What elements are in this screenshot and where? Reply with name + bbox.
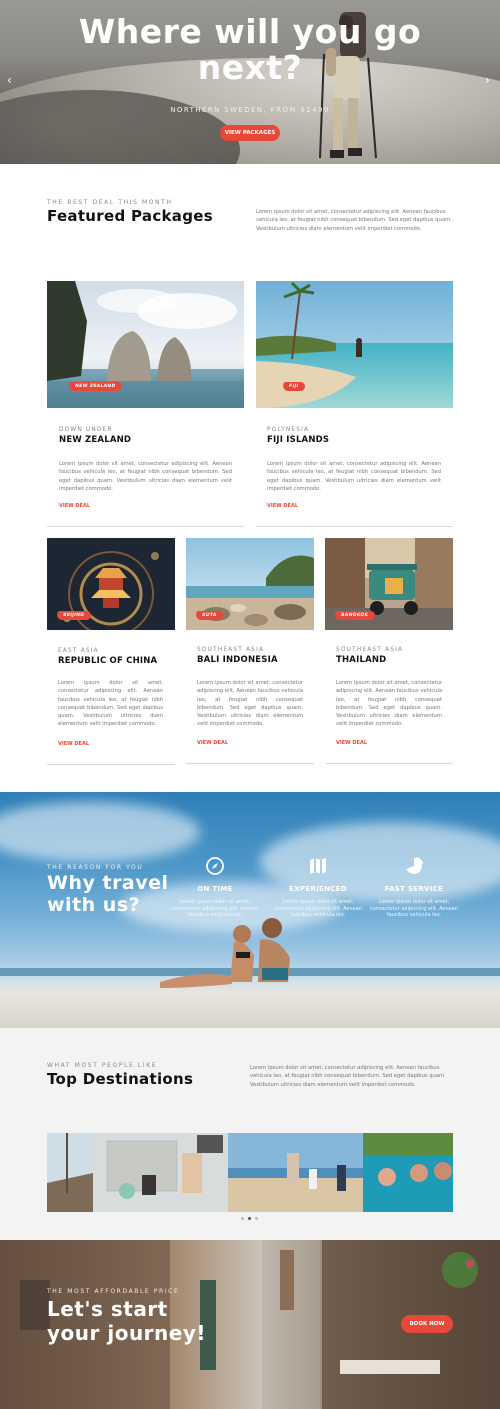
carousel-dot[interactable]	[241, 1217, 244, 1220]
why-title-line1: Why travel	[47, 872, 169, 894]
feature-title-fast-service: FAST SERVICE	[384, 885, 444, 893]
carousel-dot[interactable]	[255, 1217, 258, 1220]
why-kicker: THE REASON FOR YOU	[47, 864, 144, 871]
package-tag-kuta: KUTA	[195, 611, 225, 620]
package-desc: Lorem ipsum dolor sit amet, consectetur …	[197, 680, 303, 728]
package-tag-beijing: BEIJING	[56, 611, 92, 620]
featured-title: Featured Packages	[47, 207, 213, 225]
package-title[interactable]: BALI INDONESIA	[197, 655, 278, 665]
journey-kicker: THE MOST AFFORDABLE PRICE	[47, 1288, 180, 1295]
top-destinations-section: WHAT MOST PEOPLE LIKE Top Destinations L…	[0, 1028, 500, 1240]
why-travel-section: THE REASON FOR YOU Why travel with us? O…	[0, 792, 500, 1028]
map-icon	[310, 858, 326, 874]
journey-title: Let's start your journey!	[47, 1297, 206, 1345]
view-deal-link[interactable]: VIEW DEAL	[267, 503, 298, 509]
feature-desc-experienced: Lorem ipsum dolor sit amet, consectetur …	[274, 899, 362, 918]
package-category: SOUTHEAST ASIA	[336, 647, 404, 653]
destinations-kicker: WHAT MOST PEOPLE LIKE	[47, 1062, 158, 1069]
why-title: Why travel with us?	[47, 872, 169, 916]
package-category: DOWN UNDER	[59, 427, 113, 433]
package-title[interactable]: FIJI ISLANDS	[267, 435, 329, 445]
featured-intro: Lorem ipsum dolor sit amet, consectetur …	[256, 209, 452, 232]
package-desc: Lorem ipsum dolor sit amet, consectetur …	[58, 680, 163, 728]
couple-figures	[160, 918, 290, 988]
package-category: EAST ASIA	[58, 648, 99, 654]
book-now-button[interactable]: BOOK NOW	[401, 1315, 453, 1333]
card-divider	[47, 764, 175, 765]
hero-title-line1: Where will you go	[78, 12, 422, 51]
view-deal-link[interactable]: VIEW DEAL	[197, 740, 228, 746]
package-title[interactable]: THAILAND	[336, 655, 386, 665]
package-category: SOUTHEAST ASIA	[197, 647, 265, 653]
view-deal-link[interactable]: VIEW DEAL	[59, 503, 90, 509]
destinations-title: Top Destinations	[47, 1070, 194, 1088]
package-desc: Lorem ipsum dolor sit amet, consectetur …	[336, 680, 442, 728]
package-tag-fiji: FIJI	[282, 382, 306, 391]
package-title[interactable]: REPUBLIC OF CHINA	[58, 656, 157, 666]
view-deal-link[interactable]: VIEW DEAL	[58, 741, 89, 747]
card-divider	[47, 526, 244, 527]
feature-desc-on-time: Lorem ipsum dolor sit amet, consectetur …	[171, 899, 259, 918]
card-divider	[325, 763, 453, 764]
destinations-carousel[interactable]	[47, 1133, 453, 1212]
view-deal-link[interactable]: VIEW DEAL	[336, 740, 367, 746]
cloud-shape	[0, 802, 200, 862]
journey-title-line1: Let's start	[47, 1297, 168, 1321]
featured-kicker: THE BEST DEAL THIS MONTH	[47, 199, 173, 206]
pie-chart-icon	[406, 857, 423, 874]
hero-banner: Where will you go next? NORTHERN SWEDEN,…	[0, 0, 500, 164]
hero-title: Where will you go next?	[0, 14, 500, 86]
journey-cta-section: THE MOST AFFORDABLE PRICE Let's start yo…	[0, 1240, 500, 1409]
feature-title-experienced: EXPERIENCED	[289, 885, 347, 893]
chevron-left-icon[interactable]: ‹	[7, 74, 12, 86]
package-tag-new-zealand: NEW ZEALAND	[68, 382, 123, 391]
hero-subtitle: NORTHERN SWEDEN, FROM $1499	[170, 106, 330, 114]
package-desc: Lorem ipsum dolor sit amet, consectetur …	[59, 461, 232, 492]
chevron-right-icon[interactable]: ›	[485, 74, 490, 86]
feature-title-on-time: ON TIME	[197, 885, 233, 893]
carousel-dot-active[interactable]	[248, 1217, 251, 1220]
compass-icon	[206, 857, 224, 875]
journey-title-line2: your journey!	[47, 1321, 206, 1345]
package-category: POLYNESIA	[267, 427, 310, 433]
package-title[interactable]: NEW ZEALAND	[59, 435, 131, 445]
card-divider	[256, 526, 453, 527]
feature-desc-fast-service: Lorem ipsum dolor sit amet, consectetur …	[370, 899, 458, 918]
destinations-intro: Lorem ipsum dolor sit amet, consectetur …	[250, 1065, 446, 1088]
hero-title-line2: next?	[197, 48, 303, 87]
package-desc: Lorem ipsum dolor sit amet, consectetur …	[267, 461, 441, 492]
package-tag-bangkok: BANGKOK	[334, 611, 376, 620]
why-title-line2: with us?	[47, 894, 141, 916]
card-divider	[186, 763, 314, 764]
view-packages-button[interactable]: VIEW PACKAGES	[220, 125, 280, 141]
